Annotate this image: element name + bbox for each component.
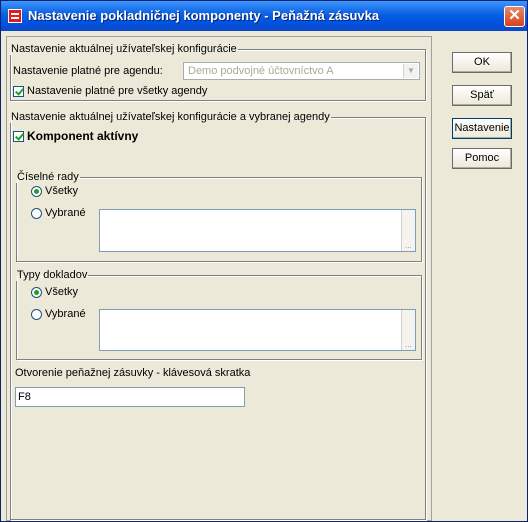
document-types-browse-button[interactable] <box>401 310 415 350</box>
user-config-legend: Nastavenie aktuálnej užívateľskej konfig… <box>11 43 237 55</box>
number-series-browse-button[interactable] <box>401 210 415 251</box>
all-agendas-checkbox[interactable] <box>13 86 24 97</box>
window-title: Nastavenie pokladničnej komponenty - Peň… <box>28 8 380 23</box>
all-agendas-label: Nastavenie platné pre všetky agendy <box>27 85 208 97</box>
document-types-list[interactable] <box>99 309 416 351</box>
number-series-list[interactable] <box>99 209 416 252</box>
settings-panel: Nastavenie aktuálnej užívateľskej konfig… <box>6 36 432 521</box>
title-bar[interactable]: Nastavenie pokladničnej komponenty - Peň… <box>1 1 527 31</box>
dialog-window: Nastavenie pokladničnej komponenty - Peň… <box>0 0 528 522</box>
agenda-config-legend: Nastavenie aktuálnej užívateľskej konfig… <box>11 111 330 123</box>
number-series-selected-radio[interactable] <box>31 208 42 219</box>
document-types-legend: Typy dokladov <box>17 269 88 281</box>
component-active-label: Komponent aktívny <box>27 129 139 143</box>
dialog-body: Nastavenie aktuálnej užívateľskej konfig… <box>1 32 527 521</box>
agenda-select[interactable]: Demo podvojné účtovníctvo A ▼ <box>183 62 420 80</box>
document-types-all-radio[interactable] <box>31 287 42 298</box>
settings-button[interactable]: Nastavenie <box>452 118 512 139</box>
document-types-selected-radio[interactable] <box>31 309 42 320</box>
shortcut-label: Otvorenie peňažnej zásuvky - klávesová s… <box>15 367 251 379</box>
number-series-all-label: Všetky <box>45 185 79 197</box>
document-types-selected-label: Vybrané <box>45 308 86 320</box>
back-button[interactable]: Späť <box>452 85 512 106</box>
help-button[interactable]: Pomoc <box>452 148 512 169</box>
agenda-select-value: Demo podvojné účtovníctvo A <box>188 65 334 77</box>
close-button[interactable]: ✕ <box>504 6 525 27</box>
app-icon <box>8 9 22 23</box>
number-series-legend: Číselné rady <box>17 171 79 183</box>
document-types-all-label: Všetky <box>45 286 79 298</box>
shortcut-input[interactable]: F8 <box>15 387 245 407</box>
agenda-label: Nastavenie platné pre agendu: <box>13 65 163 77</box>
chevron-down-icon[interactable]: ▼ <box>403 64 418 78</box>
component-active-checkbox[interactable] <box>13 131 24 142</box>
number-series-selected-label: Vybrané <box>45 207 86 219</box>
ok-button[interactable]: OK <box>452 52 512 73</box>
number-series-all-radio[interactable] <box>31 186 42 197</box>
